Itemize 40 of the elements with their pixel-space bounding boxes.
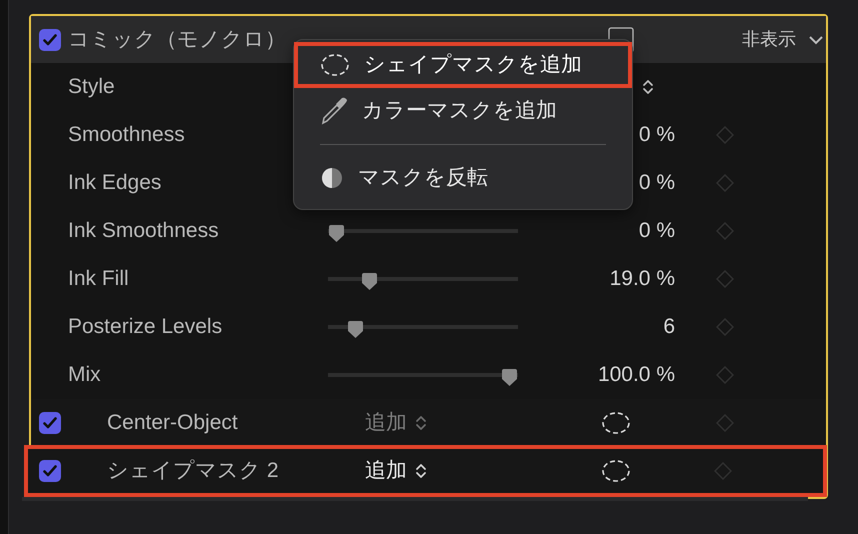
slider-thumb[interactable] xyxy=(347,318,364,336)
chevron-icon[interactable] xyxy=(808,34,824,46)
parameter-value: 0 % xyxy=(638,170,675,196)
menu-item[interactable]: マスクを反転 xyxy=(294,155,632,201)
parameter-label: Ink Fill xyxy=(68,267,129,290)
parameter-label: Ink Smoothness xyxy=(68,219,219,242)
checkbox[interactable] xyxy=(38,412,60,434)
hide-button[interactable]: 非表示 xyxy=(742,26,796,53)
effect-name: コミック（モノクロ） xyxy=(68,26,287,53)
stepper-icon[interactable] xyxy=(642,78,654,96)
stepper-icon[interactable] xyxy=(415,462,427,480)
checkbox[interactable] xyxy=(38,460,60,482)
parameter-value: 0 % xyxy=(638,122,675,148)
ellipse-mask-icon xyxy=(320,53,350,77)
half-circle-icon xyxy=(320,166,344,190)
eyedropper-icon xyxy=(320,97,348,125)
checkmark-icon xyxy=(42,465,56,477)
menu-item[interactable]: シェイプマスクを追加 xyxy=(294,42,632,88)
slider-thumb[interactable] xyxy=(328,222,345,240)
parameter-label: Smoothness xyxy=(68,123,185,146)
mask-name: Center-Object xyxy=(107,411,238,434)
ellipse-mask-icon[interactable] xyxy=(601,459,631,483)
slider-thumb[interactable] xyxy=(501,366,518,384)
parameter-value: 19.0 % xyxy=(610,266,675,292)
checkmark-icon xyxy=(42,417,56,429)
checkbox[interactable] xyxy=(38,28,60,50)
parameter-value: 6 xyxy=(663,314,675,340)
ellipse-mask-icon[interactable] xyxy=(601,411,631,435)
parameter-label: Ink Edges xyxy=(68,171,162,194)
parameter-label: Mix xyxy=(68,363,101,386)
slider-thumb[interactable] xyxy=(360,270,378,288)
parameter-value: 0 % xyxy=(638,218,675,244)
parameter-label: Style xyxy=(68,75,115,98)
blend-mode-popup[interactable]: 追加 xyxy=(365,455,407,487)
blend-mode-popup[interactable]: 追加 xyxy=(365,407,407,439)
mask-name: シェイプマスク 2 xyxy=(107,459,279,482)
parameter-label: Posterize Levels xyxy=(68,315,222,338)
checkmark-icon xyxy=(42,34,56,46)
parameter-value: 100.0 % xyxy=(598,362,675,388)
menu-item[interactable]: カラーマスクを追加 xyxy=(294,88,632,134)
